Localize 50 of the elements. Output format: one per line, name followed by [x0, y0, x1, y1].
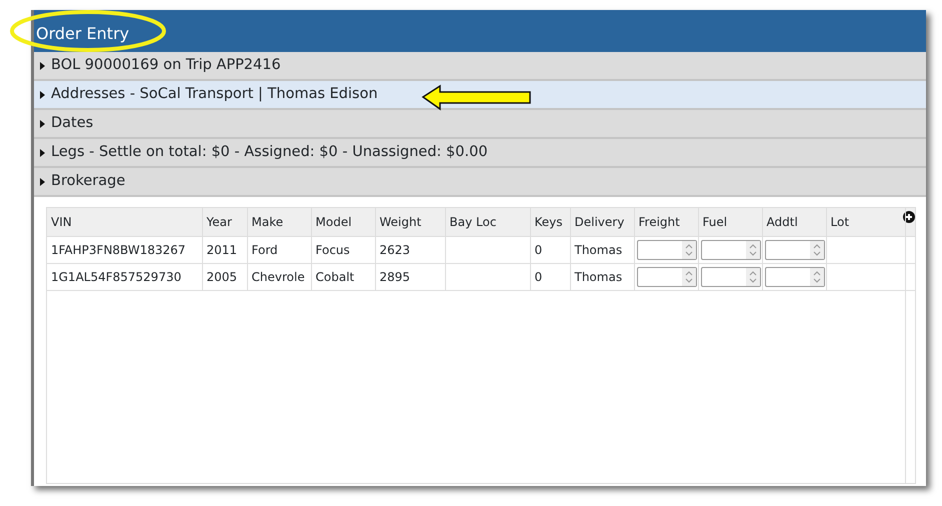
spinner-icon[interactable]	[810, 268, 824, 286]
column-header[interactable]: VIN	[47, 208, 202, 236]
section-header[interactable]: Dates	[34, 110, 926, 139]
section-header[interactable]: Brokerage	[34, 168, 926, 197]
table-cell: 2011	[202, 236, 247, 263]
number-field[interactable]	[764, 266, 824, 286]
column-header[interactable]: Lot	[826, 208, 915, 236]
number-field[interactable]	[700, 266, 760, 286]
table-cell: 1FAHP3FN8BW183267	[47, 236, 202, 263]
window-title: Order Entry	[34, 10, 926, 52]
column-header[interactable]: Model	[311, 208, 375, 236]
table-cell: Focus	[311, 236, 375, 263]
spinner-icon[interactable]	[746, 240, 760, 258]
spinner-icon[interactable]	[810, 240, 824, 258]
expand-icon	[40, 62, 45, 70]
column-header[interactable]: Bay Loc	[445, 208, 530, 236]
expand-icon	[40, 178, 45, 186]
expand-icon	[40, 148, 45, 156]
column-header[interactable]: Delivery	[570, 208, 634, 236]
table-cell: Thomas	[570, 263, 634, 290]
expand-icon	[40, 90, 45, 98]
spinner-icon[interactable]	[682, 240, 696, 258]
column-header[interactable]: Keys	[530, 208, 570, 236]
column-header[interactable]: Year	[202, 208, 247, 236]
section-header[interactable]: Legs - Settle on total: $0 - Assigned: $0 - Unassigned: $0.00	[34, 139, 926, 168]
expand-icon	[40, 120, 45, 128]
column-header[interactable]: Addtl	[762, 208, 826, 236]
section-header[interactable]: BOL 90000169 on Trip APP2416	[34, 52, 926, 81]
spinner-icon[interactable]	[746, 268, 760, 286]
table-cell: 0	[530, 236, 570, 263]
table-cell: Chevrole	[247, 263, 311, 290]
column-header[interactable]: Weight	[375, 208, 445, 236]
number-field[interactable]	[700, 240, 760, 260]
number-field[interactable]	[636, 266, 696, 286]
table-cell: 2623	[375, 236, 445, 263]
table-cell: 2895	[375, 263, 445, 290]
column-header[interactable]: Freight	[634, 208, 698, 236]
table-cell: Ford	[247, 236, 311, 263]
table-cell: Cobalt	[311, 263, 375, 290]
table-cell: 1G1AL54F857529730	[47, 263, 202, 290]
column-header[interactable]: Make	[247, 208, 311, 236]
add-icon[interactable]	[903, 211, 915, 223]
table-cell: 2005	[202, 263, 247, 290]
section-header[interactable]: Addresses - SoCal Transport | Thomas Edison	[34, 81, 926, 110]
column-header[interactable]: Fuel	[698, 208, 762, 236]
number-field[interactable]	[764, 240, 824, 260]
spinner-icon[interactable]	[682, 268, 696, 286]
number-field[interactable]	[636, 240, 696, 260]
table-cell: Thomas	[570, 236, 634, 263]
table-cell: 0	[530, 263, 570, 290]
